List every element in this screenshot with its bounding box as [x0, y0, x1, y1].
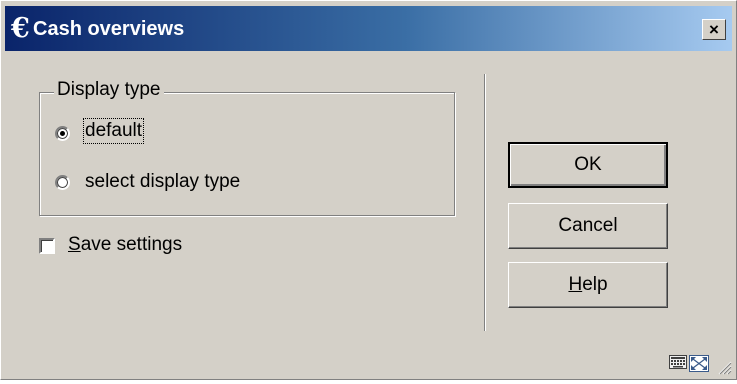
radio-select-display-type-label[interactable]: select display type	[85, 171, 240, 193]
euro-icon: €	[11, 13, 30, 44]
radio-default-label[interactable]: default	[82, 118, 145, 144]
save-settings-checkbox[interactable]	[39, 238, 55, 254]
close-icon: ×	[709, 20, 719, 39]
display-type-group	[39, 92, 455, 216]
radio-default[interactable]	[55, 126, 70, 141]
cancel-button[interactable]: Cancel	[508, 203, 668, 249]
radio-select-display-type[interactable]	[55, 175, 70, 190]
resize-icon[interactable]	[689, 355, 709, 372]
keyboard-icon[interactable]	[669, 355, 687, 369]
display-type-legend: Display type	[54, 79, 164, 101]
save-settings-label-rest: ave settings	[80, 234, 183, 255]
window-title: Cash overviews	[33, 18, 185, 40]
save-settings-label[interactable]: Save settings	[68, 234, 182, 256]
title-bar: € Cash overviews ×	[5, 6, 732, 51]
help-label-rest: elp	[582, 274, 608, 295]
ok-button[interactable]: OK	[508, 142, 668, 188]
vertical-separator	[484, 74, 486, 331]
close-button[interactable]: ×	[702, 19, 726, 40]
cash-overviews-dialog: € Cash overviews × Display type default …	[0, 0, 737, 380]
save-settings-mnemonic: S	[68, 234, 81, 255]
help-mnemonic: H	[568, 274, 583, 295]
size-grip-icon[interactable]	[718, 361, 732, 375]
radio-selected-dot	[60, 131, 65, 136]
help-button[interactable]: Help	[508, 262, 668, 308]
